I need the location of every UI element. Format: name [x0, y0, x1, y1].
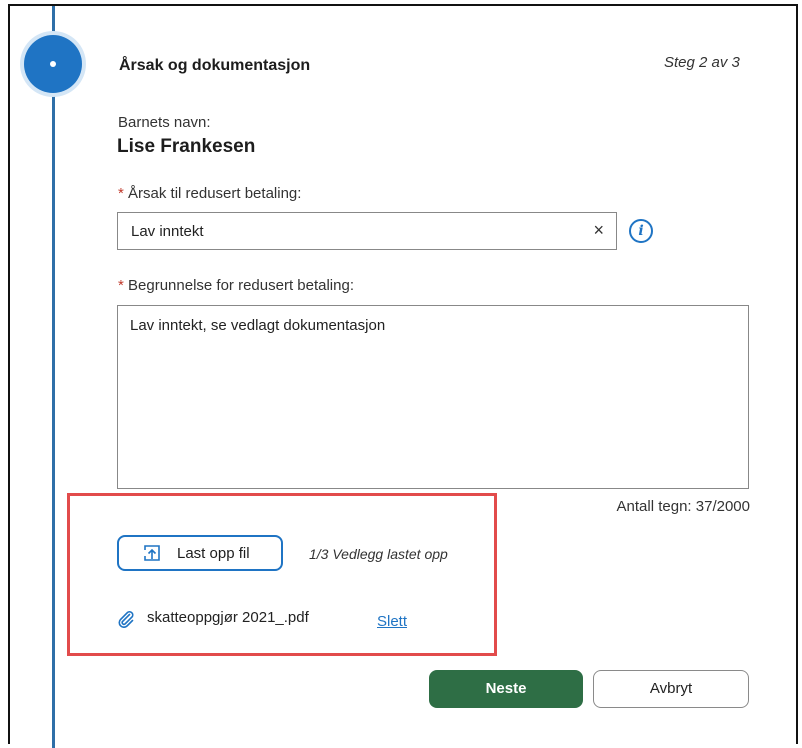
upload-status: 1/3 Vedlegg lastet opp [309, 546, 448, 562]
char-count: Antall tegn: 37/2000 [616, 498, 750, 515]
justification-label-text: Begrunnelse for redusert betaling: [128, 277, 354, 294]
step-counter: Steg 2 av 3 [664, 54, 740, 71]
justification-textarea[interactable]: Lav inntekt, se vedlagt dokumentasjon [117, 305, 749, 489]
required-mark: * [118, 185, 124, 202]
justification-label: * Begrunnelse for redusert betaling: [118, 277, 354, 294]
timeline-line [52, 6, 55, 748]
info-icon[interactable]: i [629, 219, 653, 243]
required-mark: * [118, 277, 124, 294]
clear-icon[interactable]: × [593, 221, 604, 239]
step-indicator-icon [24, 35, 82, 93]
upload-file-button[interactable]: Last opp fil [117, 535, 283, 571]
reason-label-text: Årsak til redusert betaling: [128, 185, 302, 202]
delete-file-link[interactable]: Slett [377, 613, 407, 630]
attached-file-name: skatteoppgjør 2021_.pdf [147, 609, 309, 626]
child-name-label: Barnets navn: [118, 114, 211, 131]
attachment-highlight-box [67, 493, 497, 656]
reason-select-value: Lav inntekt [131, 223, 204, 240]
reason-select[interactable]: Lav inntekt × [117, 212, 617, 250]
step-dot [50, 61, 56, 67]
reason-label: * Årsak til redusert betaling: [118, 185, 301, 202]
upload-icon [144, 545, 160, 561]
upload-button-label: Last opp fil [177, 545, 250, 562]
paperclip-icon [118, 611, 134, 628]
step-title: Årsak og dokumentasjon [119, 57, 311, 74]
next-button[interactable]: Neste [429, 670, 583, 708]
child-name: Lise Frankesen [117, 136, 256, 157]
cancel-button[interactable]: Avbryt [593, 670, 749, 708]
